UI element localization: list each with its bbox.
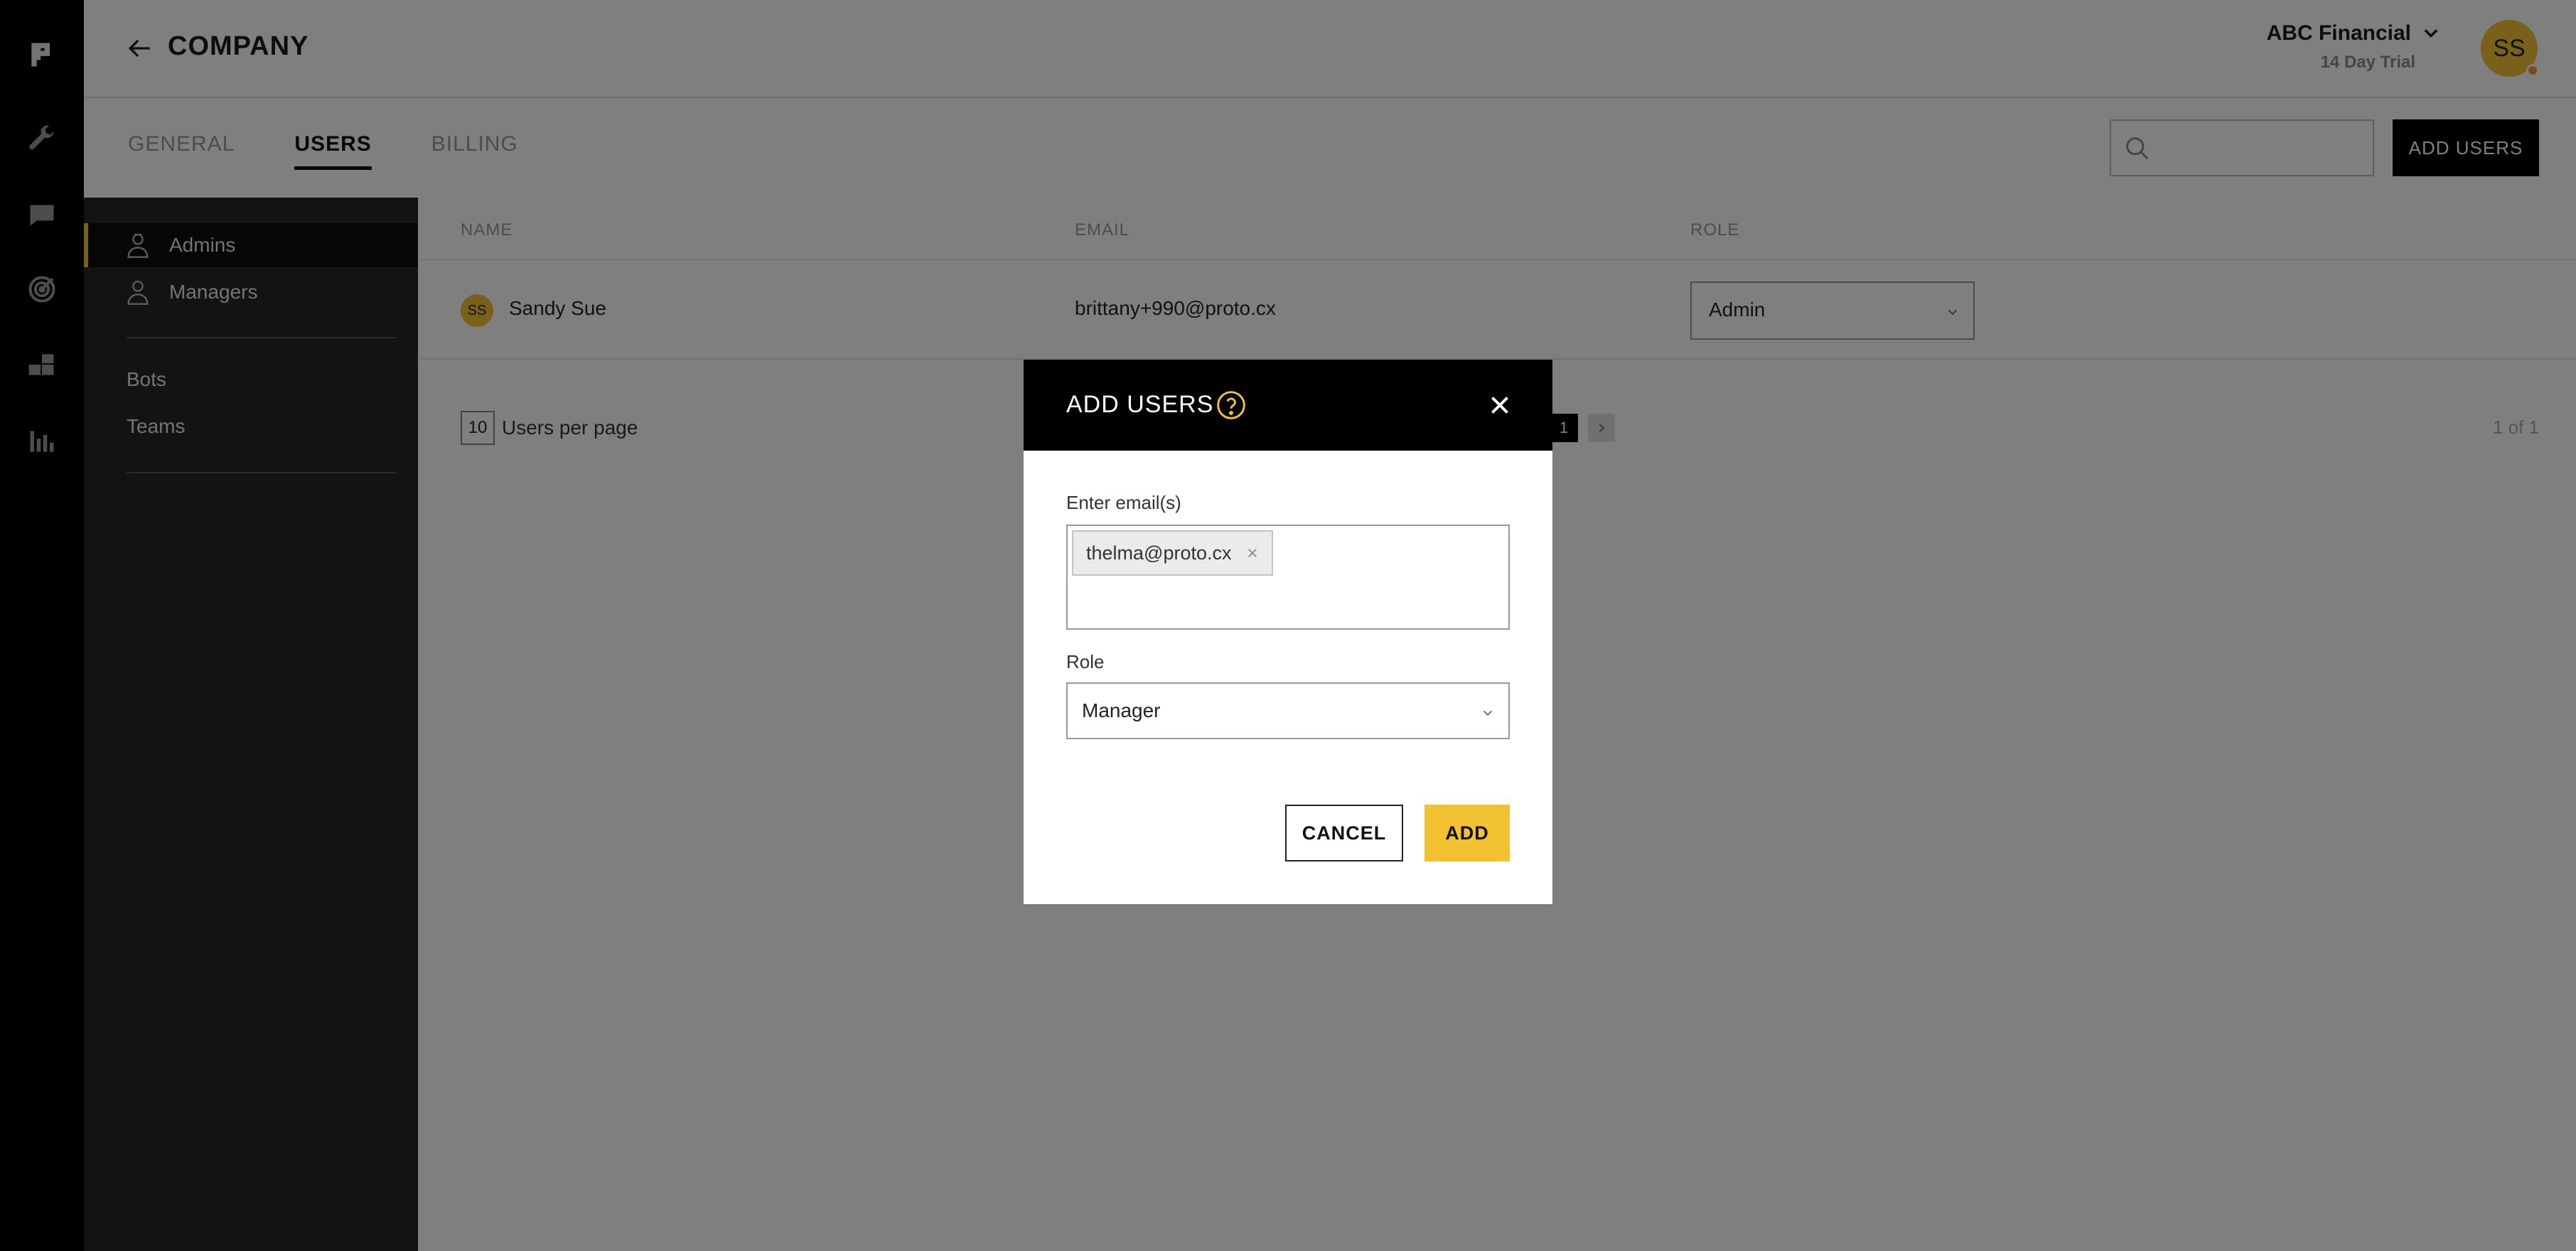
role-field-label: Role xyxy=(1066,651,1105,672)
email-field-label: Enter email(s) xyxy=(1066,492,1181,513)
email-chip: thelma@proto.cx xyxy=(1072,530,1273,576)
close-icon[interactable] xyxy=(1487,392,1513,418)
chevron-down-icon xyxy=(1483,710,1493,716)
remove-chip-icon[interactable] xyxy=(1246,547,1259,559)
modal-header: ADD USERS xyxy=(1024,360,1552,451)
add-button[interactable]: ADD xyxy=(1424,805,1510,861)
role-dropdown-value: Manager xyxy=(1082,699,1161,721)
add-users-modal: ADD USERS Enter email(s) thelma@proto.cx… xyxy=(1024,360,1552,904)
email-field[interactable]: thelma@proto.cx xyxy=(1066,525,1510,630)
email-chip-label: thelma@proto.cx xyxy=(1086,542,1232,564)
modal-title: ADD USERS xyxy=(1066,391,1214,418)
role-dropdown[interactable]: Manager xyxy=(1066,682,1510,739)
cancel-button[interactable]: CANCEL xyxy=(1285,805,1403,861)
help-icon[interactable] xyxy=(1215,390,1247,421)
